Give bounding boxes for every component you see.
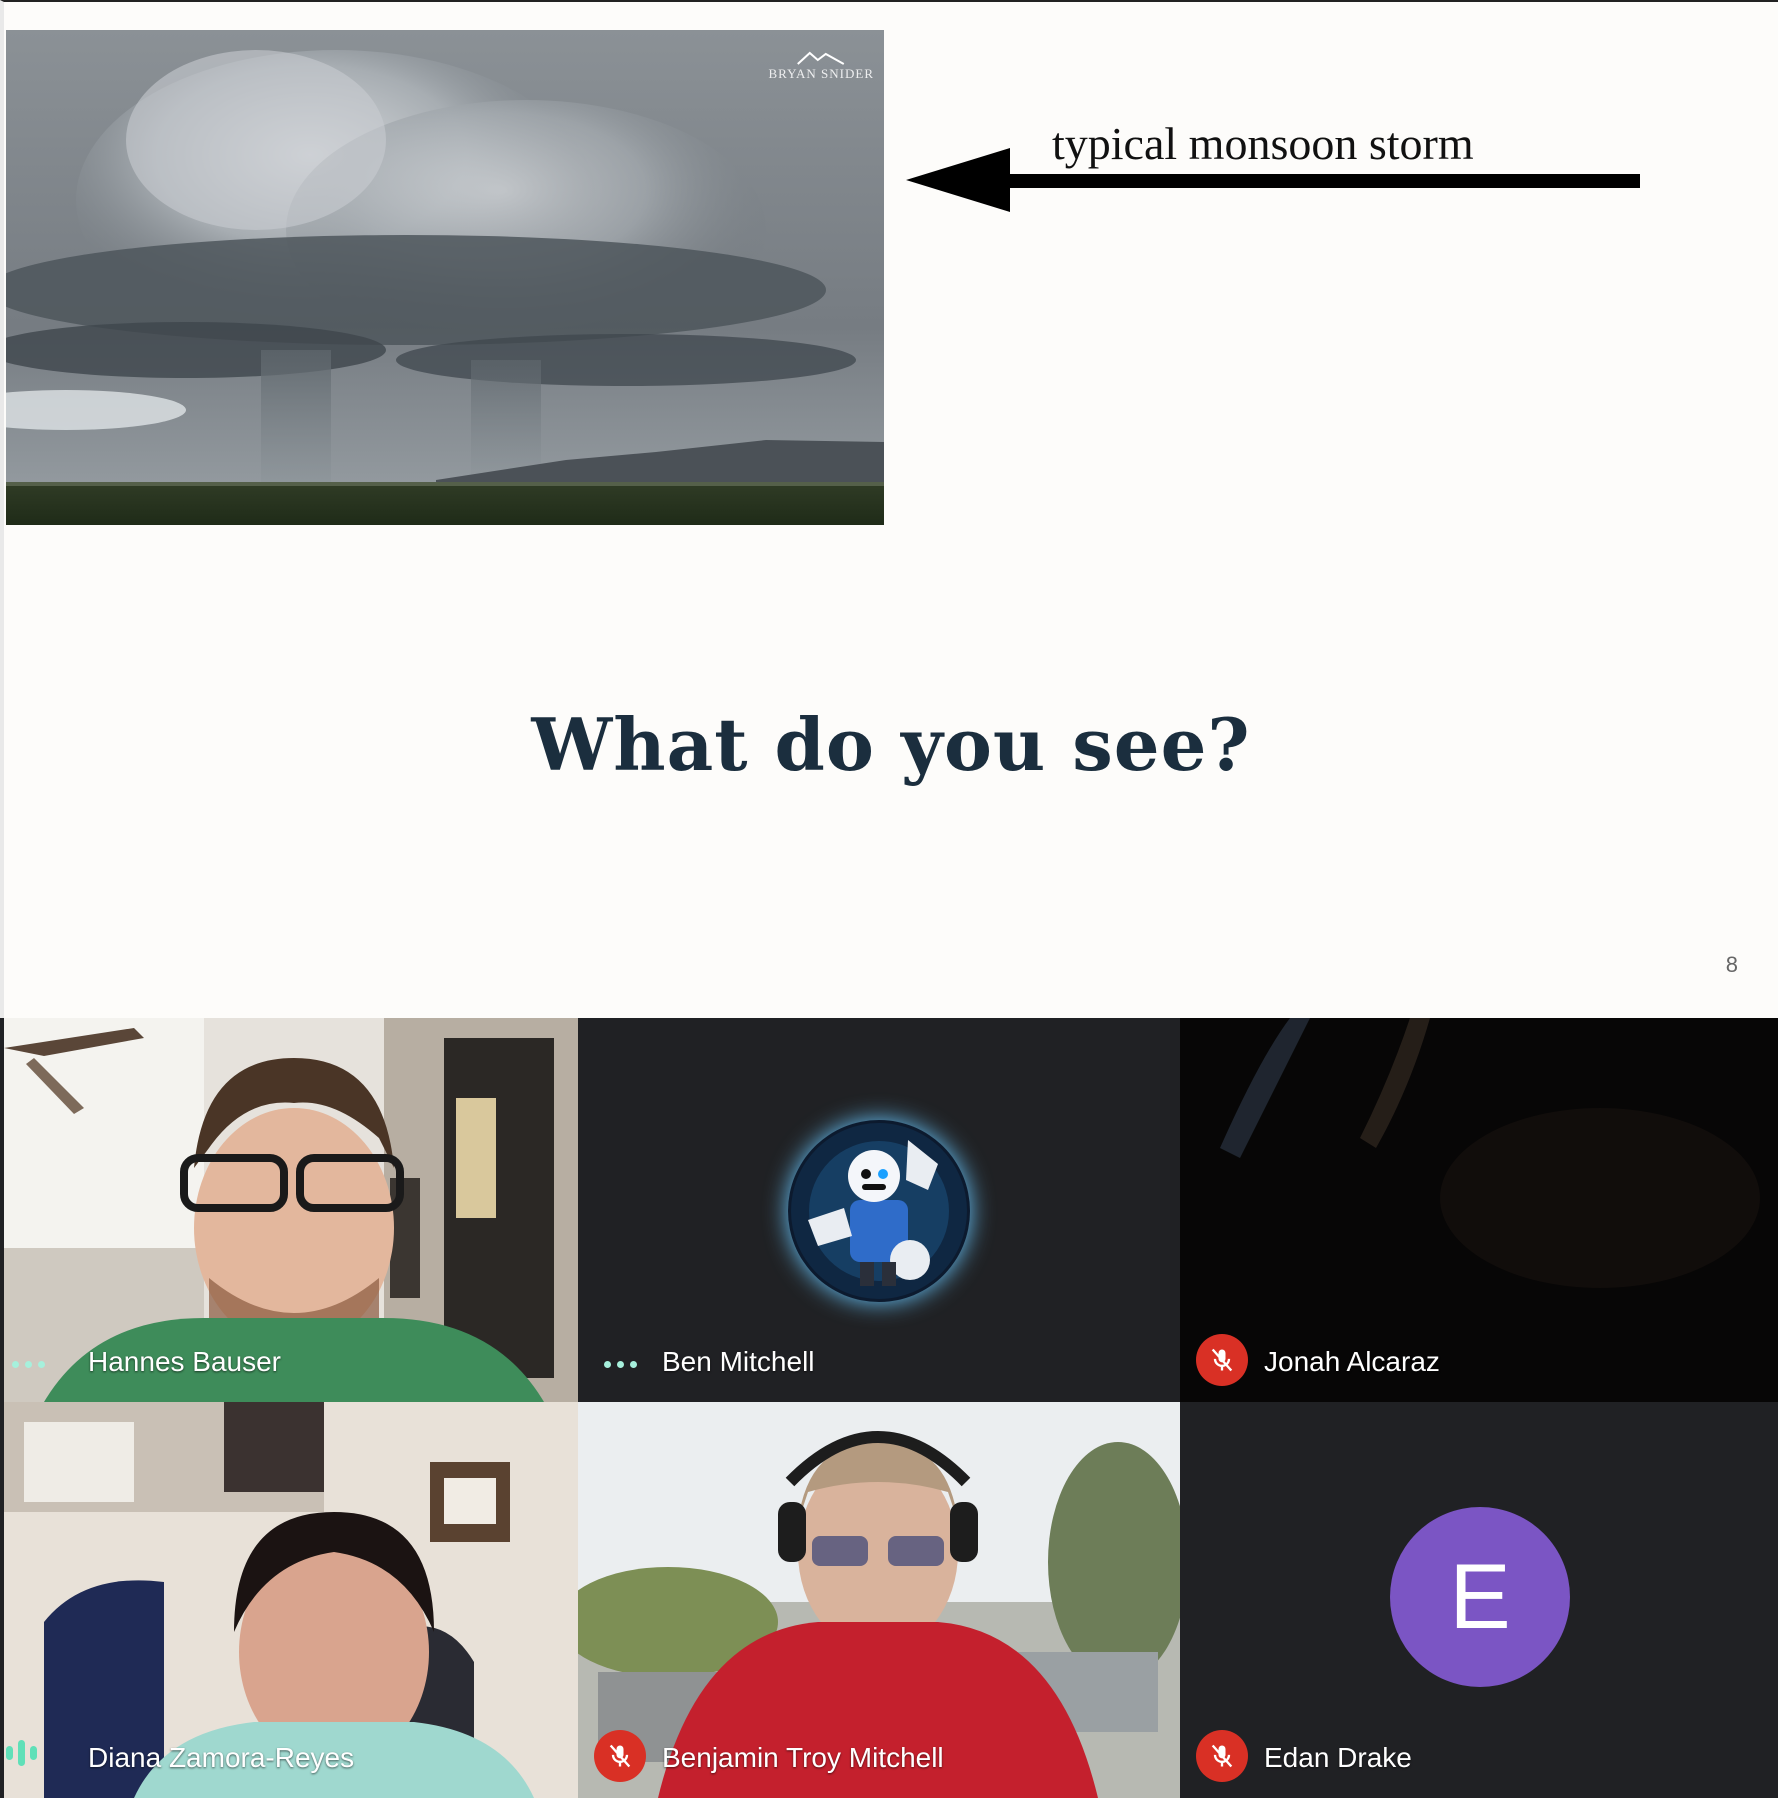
slide-question: What do you see? <box>531 702 1251 787</box>
participant-tile-edan-drake[interactable]: E Edan Drake <box>1180 1402 1778 1798</box>
participant-tile-jonah-alcaraz[interactable]: Jonah Alcaraz <box>1180 1018 1778 1402</box>
participant-name: Ben Mitchell <box>662 1346 815 1377</box>
participant-name: Benjamin Troy Mitchell <box>662 1742 944 1773</box>
participant-name: Jonah Alcaraz <box>1264 1346 1440 1377</box>
letter-avatar: E <box>1390 1507 1570 1687</box>
mic-off-icon <box>1196 1334 1248 1386</box>
participant-tile-hannes-bauser[interactable]: Hannes Bauser <box>4 1018 578 1402</box>
mic-off-icon <box>1196 1730 1248 1782</box>
participant-name: Hannes Bauser <box>88 1346 282 1377</box>
more-options-icon[interactable] <box>604 1361 637 1368</box>
participant-name: Edan Drake <box>1264 1742 1412 1773</box>
speaking-indicator-icon <box>6 1740 37 1766</box>
profile-avatar <box>788 1120 970 1302</box>
participant-tile-benjamin-troy-mitchell[interactable]: Benjamin Troy Mitchell <box>578 1402 1180 1798</box>
slide-page-number: 8 <box>1725 952 1738 977</box>
participant-name: Diana Zamora-Reyes <box>88 1742 355 1773</box>
participant-video <box>4 1402 578 1798</box>
participant-tile-diana-zamora-reyes[interactable]: Diana Zamora-Reyes <box>4 1402 578 1798</box>
participant-video <box>578 1402 1180 1798</box>
mic-off-icon <box>594 1730 646 1782</box>
cartoon-skeleton-avatar-icon <box>791 1123 967 1299</box>
participant-tile-ben-mitchell[interactable]: Ben Mitchell <box>578 1018 1180 1402</box>
photo-watermark: BRYAN SNIDER <box>768 50 874 82</box>
monsoon-storm-photo: BRYAN SNIDER <box>6 30 884 525</box>
photo-caption: typical monsoon storm <box>1052 118 1474 169</box>
more-options-icon[interactable] <box>12 1361 45 1368</box>
mountain-logo-icon <box>797 51 845 65</box>
participant-video <box>1180 1018 1778 1402</box>
watermark-text: BRYAN SNIDER <box>768 66 874 81</box>
presentation-slide: BRYAN SNIDER typical monsoon storm What … <box>0 0 1778 1018</box>
participant-video <box>4 1018 578 1402</box>
